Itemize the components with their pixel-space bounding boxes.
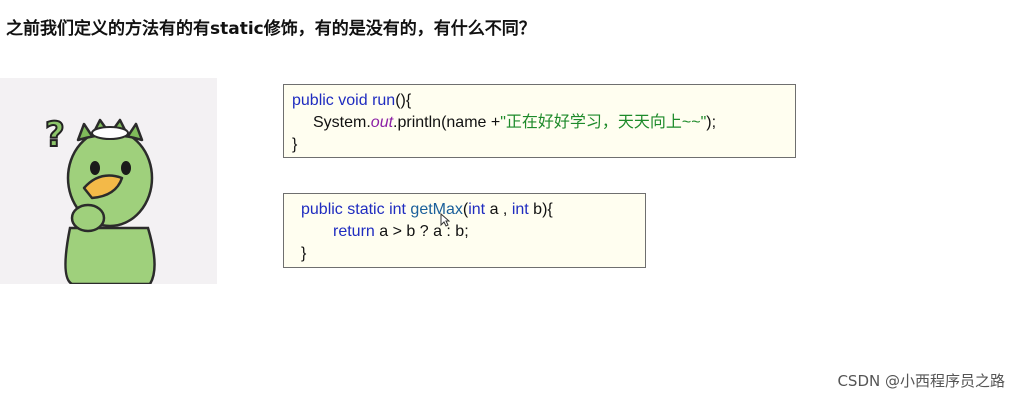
confused-kappa-character-icon: ?	[44, 114, 156, 286]
method-name: run	[372, 92, 396, 109]
mouse-cursor-icon	[440, 213, 450, 227]
code-line: return a > b ? a : b;	[301, 221, 645, 243]
code-text: .println(name +	[393, 114, 501, 131]
code-line: public void run(){	[292, 90, 795, 112]
code-text: a > b ? a : b;	[374, 223, 469, 240]
code-text: a ,	[485, 201, 512, 218]
string-literal: "正在好好学习，天天向上~~"	[500, 114, 707, 131]
code-text: System.	[313, 114, 371, 131]
code-line: }	[292, 134, 795, 156]
code-text: );	[706, 114, 717, 131]
keyword-static: static	[347, 201, 385, 218]
code-block-run-method: public void run(){ System.out.println(na…	[283, 84, 796, 158]
keyword-int: int	[468, 201, 486, 218]
watermark: CSDN @小西程序员之路	[837, 372, 1005, 390]
code-text: b){	[528, 201, 553, 218]
page-title: 之前我们定义的方法有的有static修饰，有的是没有的，有什么不同？	[6, 19, 536, 39]
method-name: getMax	[410, 201, 463, 218]
code-line: }	[301, 243, 645, 265]
keyword-void: void	[338, 92, 368, 109]
code-text: }	[301, 245, 307, 262]
field-out: out	[370, 114, 394, 131]
keyword-return: return	[333, 223, 375, 240]
code-text: }	[292, 136, 298, 153]
illustration-panel: ?	[0, 78, 217, 286]
keyword-public: public	[301, 201, 343, 218]
keyword-int: int	[511, 201, 529, 218]
code-block-getmax-method: public static int getMax(int a , int b){…	[283, 193, 646, 268]
keyword-int: int	[389, 201, 406, 218]
code-line: System.out.println(name +"正在好好学习，天天向上~~"…	[292, 112, 795, 134]
question-mark-icon: ?	[45, 115, 65, 155]
keyword-public: public	[292, 92, 334, 109]
code-line: public static int getMax(int a , int b){	[301, 201, 553, 218]
code-text: (){	[395, 92, 412, 109]
